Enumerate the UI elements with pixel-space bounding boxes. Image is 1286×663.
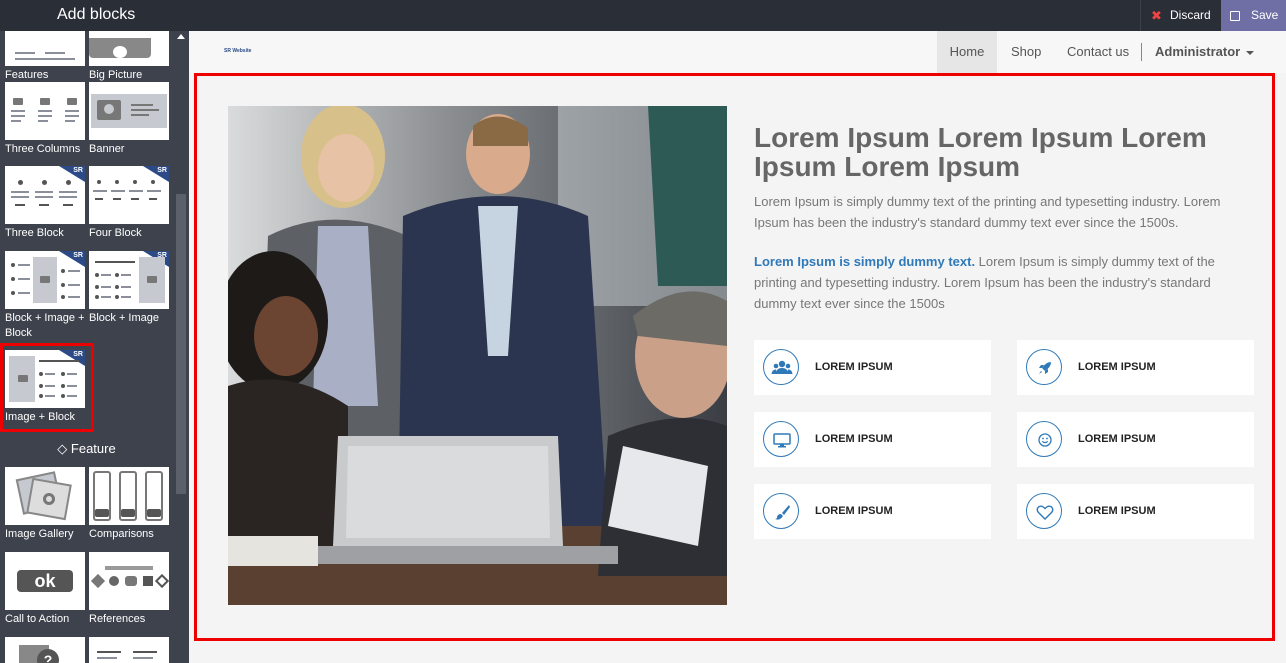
blocks-sidebar: Add blocks Features Big Picture Three Co… <box>0 0 189 663</box>
block-banner[interactable]: Banner <box>89 82 169 157</box>
block-three-columns[interactable]: Three Columns <box>5 82 85 157</box>
block-comparisons[interactable]: Comparisons <box>89 467 169 542</box>
brush-icon <box>763 493 799 529</box>
sr-badge: SR <box>73 252 83 259</box>
discard-label: Discard <box>1170 8 1211 22</box>
save-label: Save <box>1251 8 1279 22</box>
block-partial[interactable]: ? <box>5 637 85 663</box>
features-thumbnail <box>5 31 85 66</box>
paragraph-2-bold: Lorem Ipsum is simply dummy text. <box>754 254 976 269</box>
block-label: Image + Block <box>5 411 76 423</box>
cta-ok-text: ok <box>17 570 73 592</box>
block-partial[interactable] <box>89 637 169 663</box>
sr-badge: SR <box>73 167 83 174</box>
block-image-block-thumbnail: SR <box>5 251 85 309</box>
section-headline: Lorem Ipsum Lorem Ipsum Lorem Ipsum Lore… <box>754 122 1207 182</box>
block-big-picture[interactable]: Big Picture <box>89 31 169 83</box>
block-features[interactable]: Features <box>5 31 85 83</box>
block-image-thumbnail: SR <box>89 251 169 309</box>
feature-item[interactable]: LOREM IPSUM <box>754 484 991 539</box>
smile-icon <box>1026 421 1062 457</box>
administrator-label: Administrator <box>1155 44 1241 59</box>
block-label: Big Picture <box>89 69 143 81</box>
feature-label: LOREM IPSUM <box>815 361 893 373</box>
feature-item[interactable]: LOREM IPSUM <box>1017 412 1254 467</box>
section-paragraph-2: Lorem Ipsum is simply dummy text. Lorem … <box>754 251 1244 314</box>
block-label: Call to Action <box>5 613 70 625</box>
sidebar-title: Add blocks <box>0 0 188 31</box>
feature-label: LOREM IPSUM <box>1078 433 1156 445</box>
question-icon: ? <box>37 649 59 663</box>
block-image-gallery[interactable]: Image Gallery <box>5 467 85 542</box>
caret-down-icon <box>1246 50 1255 55</box>
block-label: Banner <box>89 143 125 155</box>
partial-thumbnail: ? <box>5 637 85 663</box>
editor-topbar: ✖ Discard Save <box>189 0 1286 31</box>
image-gallery-thumbnail <box>5 467 85 525</box>
three-block-thumbnail: SR <box>5 166 85 224</box>
feature-item[interactable]: LOREM IPSUM <box>754 412 991 467</box>
feature-label: LOREM IPSUM <box>1078 361 1156 373</box>
save-button[interactable]: Save <box>1221 0 1286 31</box>
sr-badge: SR <box>157 167 167 174</box>
block-call-to-action[interactable]: ok Call to Action <box>5 552 85 627</box>
scrollbar-thumb[interactable] <box>176 194 186 494</box>
block-label: Three Block <box>5 227 64 239</box>
site-navbar: SR Website Home Shop Contact us Administ… <box>189 31 1286 73</box>
section-paragraph-1: Lorem Ipsum is simply dummy text of the … <box>754 194 1221 230</box>
monitor-icon <box>763 421 799 457</box>
feature-label: LOREM IPSUM <box>815 433 893 445</box>
sr-badge: SR <box>73 351 83 358</box>
close-icon: ✖ <box>1151 8 1162 23</box>
sidebar-scrollbar[interactable] <box>173 31 189 663</box>
nav-divider <box>1141 43 1142 61</box>
nav-contact-us[interactable]: Contact us <box>1067 31 1129 73</box>
three-columns-thumbnail <box>5 82 85 140</box>
four-block-thumbnail: SR <box>89 166 169 224</box>
feature-label: LOREM IPSUM <box>815 505 893 517</box>
block-list[interactable]: Features Big Picture Three Columns Banne… <box>0 31 173 663</box>
diamond-icon: ◇ <box>57 441 68 456</box>
users-icon <box>763 349 799 385</box>
feature-section-heading: ◇ Feature <box>0 440 173 458</box>
block-image-block[interactable]: SR Image + Block <box>5 350 85 425</box>
comparisons-thumbnail <box>89 467 169 525</box>
block-label: Four Block <box>89 227 142 239</box>
big-picture-thumbnail <box>89 31 169 66</box>
feature-item[interactable]: LOREM IPSUM <box>754 340 991 395</box>
image-block-section[interactable]: Lorem Ipsum Lorem Ipsum Lorem Ipsum Lore… <box>194 73 1275 641</box>
nav-home[interactable]: Home <box>937 31 997 73</box>
block-label: Comparisons <box>89 528 154 540</box>
nav-shop[interactable]: Shop <box>1011 31 1041 73</box>
heart-icon <box>1026 493 1062 529</box>
call-to-action-thumbnail: ok <box>5 552 85 610</box>
block-block-image-block[interactable]: SR Block + Image + Block <box>5 251 85 341</box>
website-canvas: SR Website Home Shop Contact us Administ… <box>189 31 1286 663</box>
floppy-disk-icon <box>1230 11 1240 21</box>
banner-thumbnail <box>89 82 169 140</box>
block-label: Features <box>5 69 49 81</box>
block-three-block[interactable]: SR Three Block <box>5 166 85 241</box>
block-four-block[interactable]: SR Four Block <box>89 166 169 241</box>
scroll-up-arrow-icon[interactable] <box>177 34 185 39</box>
block-references[interactable]: References <box>89 552 169 627</box>
block-label: References <box>89 613 146 625</box>
block-label: Block + Image + Block <box>5 312 85 339</box>
image-block-thumbnail: SR <box>5 350 85 408</box>
references-thumbnail <box>89 552 169 610</box>
partial-thumbnail <box>89 637 169 663</box>
team-meeting-photo[interactable] <box>228 106 727 605</box>
block-label: Block + Image <box>89 312 160 324</box>
discard-button[interactable]: ✖ Discard <box>1140 0 1220 31</box>
block-block-image[interactable]: SR Block + Image <box>89 251 169 326</box>
site-logo[interactable]: SR Website <box>224 48 251 54</box>
feature-label: LOREM IPSUM <box>1078 505 1156 517</box>
nav-administrator-dropdown[interactable]: Administrator <box>1155 31 1255 73</box>
feature-item[interactable]: LOREM IPSUM <box>1017 340 1254 395</box>
feature-heading-label: Feature <box>70 441 116 456</box>
block-label: Image Gallery <box>5 528 74 540</box>
feature-item[interactable]: LOREM IPSUM <box>1017 484 1254 539</box>
rocket-icon <box>1026 349 1062 385</box>
block-label: Three Columns <box>5 143 81 155</box>
